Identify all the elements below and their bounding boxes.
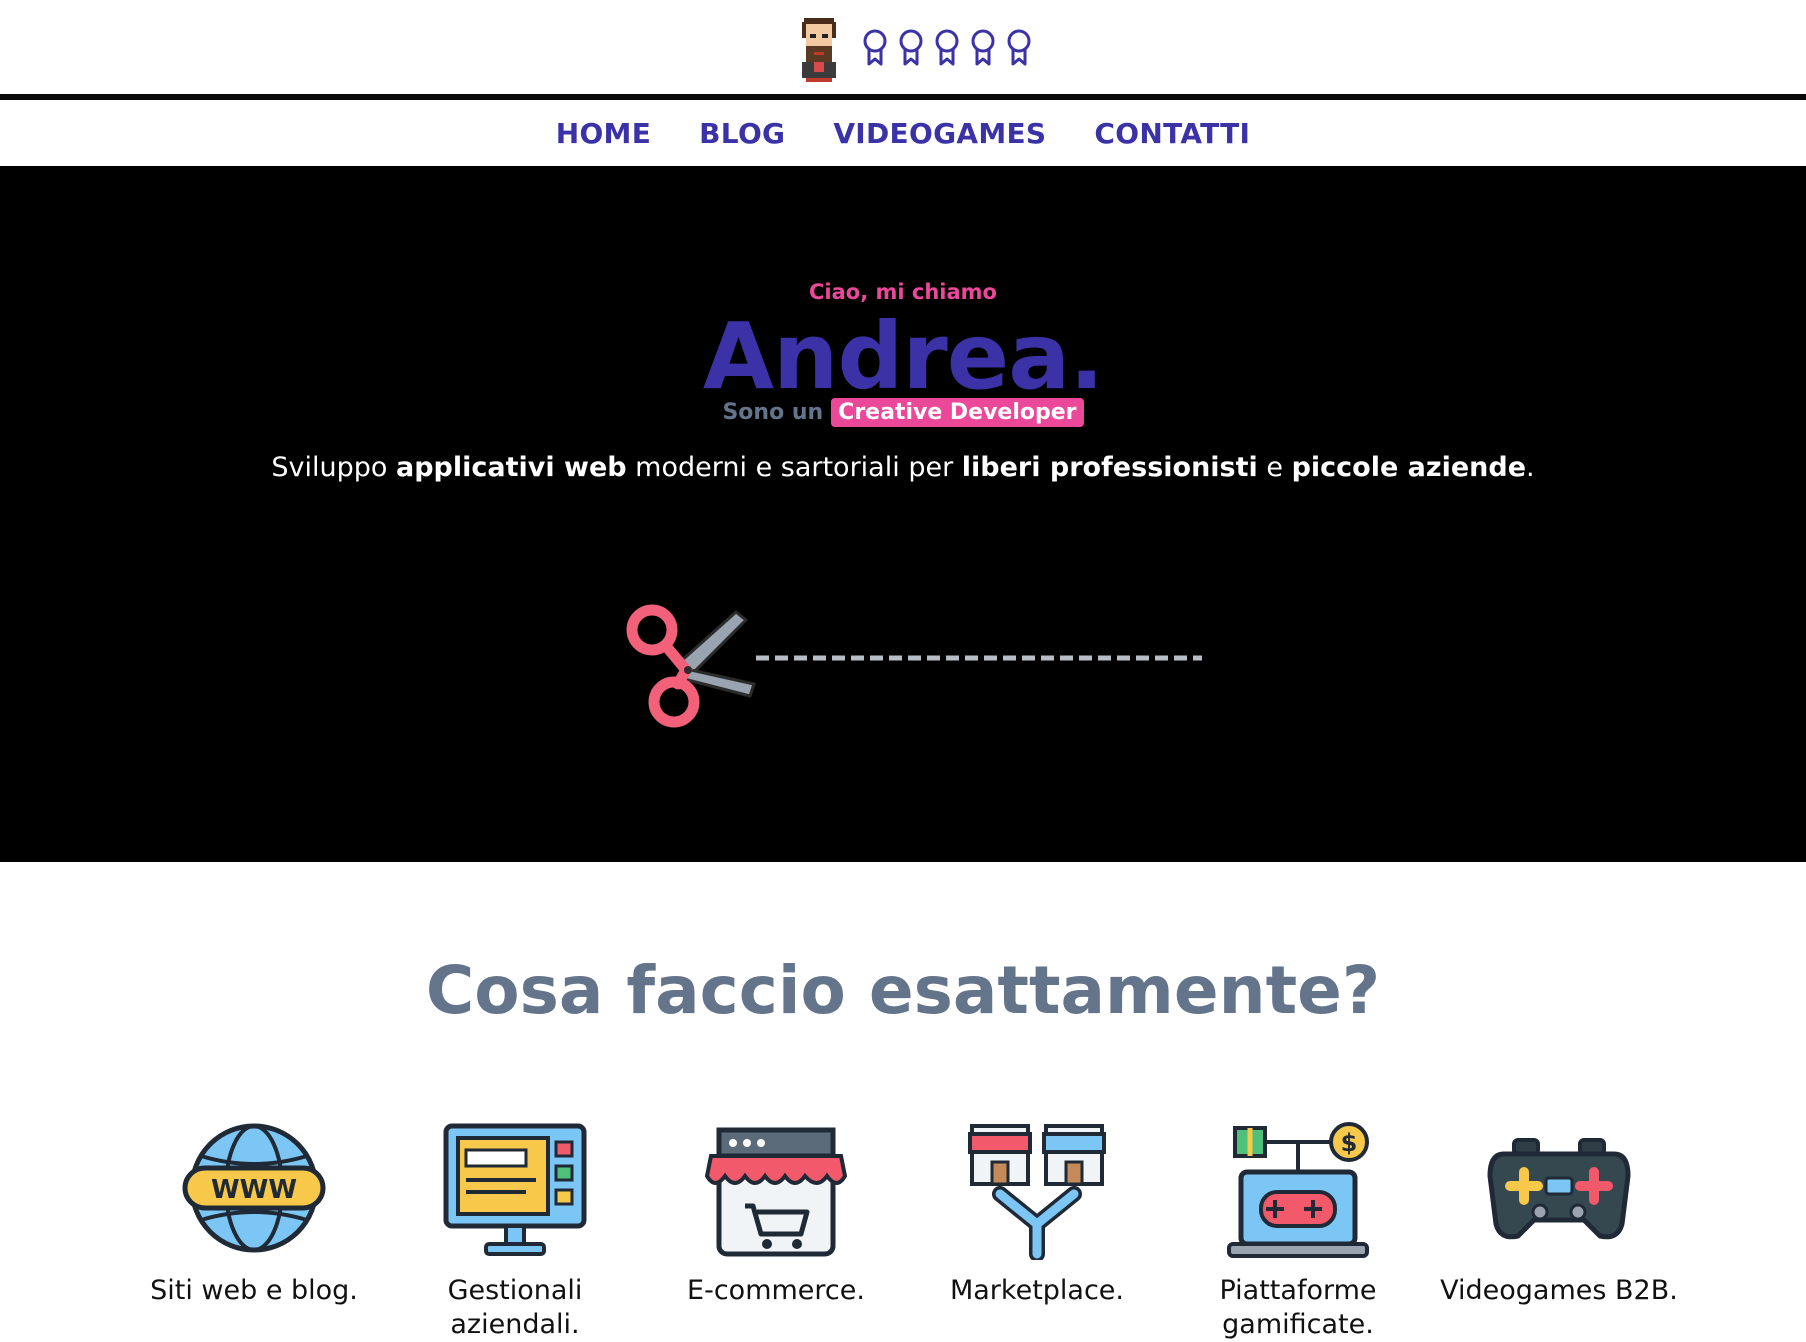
site-header: [0, 0, 1806, 96]
hero-name: Andrea.: [702, 303, 1104, 410]
role-badge: Creative Developer: [831, 398, 1084, 427]
service-card[interactable]: Gestionali aziendali.: [395, 1120, 635, 1342]
www-globe-icon: WWW: [182, 1123, 326, 1253]
svg-text:WWW: WWW: [211, 1175, 297, 1205]
badge-icon: [971, 29, 995, 66]
badge-icon: [863, 29, 887, 66]
service-label: Piattaforme gamificate.: [1219, 1275, 1377, 1340]
nav-home[interactable]: HOME: [556, 117, 651, 150]
svg-text:$: $: [1341, 1129, 1358, 1157]
hero-role: Sono un Creative Developer: [0, 398, 1806, 427]
service-label: E-commerce.: [687, 1275, 865, 1306]
service-label: Gestionali aziendali.: [447, 1275, 583, 1340]
section-title: Cosa faccio esattamente?: [425, 952, 1381, 1029]
gamified-laptop-icon: $: [1227, 1122, 1369, 1258]
management-dashboard-icon: [443, 1123, 587, 1256]
service-label: Siti web e blog.: [150, 1275, 358, 1306]
nav-videogames[interactable]: VIDEOGAMES: [833, 117, 1046, 150]
hero-section: Ciao, mi chiamo Andrea. Sono un Creative…: [0, 166, 1806, 862]
badge-icon: [935, 29, 959, 66]
service-card[interactable]: Videogames B2B.: [1439, 1120, 1679, 1308]
nav-blog[interactable]: BLOG: [699, 117, 785, 150]
badge-icon: [1007, 29, 1031, 66]
badges-row: [862, 28, 1032, 68]
badge-icon: [899, 29, 923, 66]
service-card[interactable]: E-commerce.: [656, 1120, 896, 1308]
gamepad-icon: [1487, 1138, 1631, 1240]
nav-contatti[interactable]: CONTATTI: [1094, 117, 1250, 150]
logo-row[interactable]: [798, 12, 1032, 84]
storefront-cart-icon: [704, 1127, 848, 1257]
role-prefix: Sono un: [722, 400, 824, 425]
pixel-avatar-icon[interactable]: [798, 12, 840, 84]
service-card[interactable]: WWW Siti web e blog.: [134, 1120, 374, 1308]
hero-greeting: Ciao, mi chiamo: [809, 280, 997, 304]
main-nav: HOME BLOG VIDEOGAMES CONTATTI: [0, 100, 1806, 166]
services-grid: WWW Siti web e blog. Gestionali aziendal…: [0, 1120, 1806, 1340]
marketplace-shops-icon: [968, 1124, 1106, 1260]
service-label: Videogames B2B.: [1440, 1275, 1678, 1306]
scissors-icon: [626, 604, 756, 728]
service-label: Marketplace.: [949, 1275, 1125, 1306]
cut-line: [756, 655, 1202, 661]
service-card[interactable]: Marketplace.: [917, 1120, 1157, 1308]
hero-tagline: Sviluppo applicativi web moderni e sarto…: [271, 452, 1535, 483]
service-card[interactable]: $ Piattaforme gamificate.: [1178, 1120, 1418, 1342]
